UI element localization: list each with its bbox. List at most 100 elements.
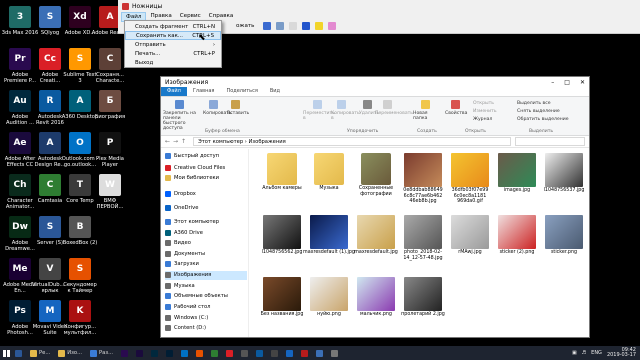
folder-item[interactable]: Альбом камеры <box>257 153 307 211</box>
nav-item[interactable]: Этот компьютер <box>165 217 247 226</box>
copy-to-button[interactable]: Копировать в <box>331 111 360 121</box>
nav-item[interactable]: Изображения <box>165 270 247 280</box>
taskbar-app-button[interactable]: Ре... <box>27 347 53 359</box>
image-file-item[interactable]: l1048756562.jpg <box>257 215 307 273</box>
taskbar-app-button[interactable] <box>208 347 221 359</box>
open-button[interactable]: Открыть <box>473 101 494 106</box>
image-file-item[interactable]: sticker (2).png <box>492 215 542 273</box>
nav-item[interactable]: Быстрый доступ <box>165 151 247 160</box>
language-indicator[interactable]: ENG <box>591 350 602 356</box>
image-file-item[interactable]: rMAwj.jpg <box>445 215 495 273</box>
minimize-icon[interactable]: – <box>551 79 554 86</box>
image-file-item[interactable]: мальчик.png <box>351 277 401 335</box>
tab-home[interactable]: Главная <box>187 87 221 96</box>
taskbar-app-button[interactable]: Раз... <box>87 347 116 359</box>
history-button[interactable]: Журнал <box>473 117 492 122</box>
taskbar-app-button[interactable] <box>328 347 341 359</box>
rename-button[interactable]: Переименовать <box>375 111 413 116</box>
nav-item[interactable]: OneDrive <box>165 203 247 212</box>
nav-item[interactable]: Рабочий стол <box>165 302 247 311</box>
desktop-icon[interactable]: K Конфигур... мультфил... <box>62 296 98 346</box>
eraser-icon[interactable] <box>328 22 337 30</box>
taskbar-app-button[interactable] <box>148 347 161 359</box>
search-input[interactable] <box>515 137 585 146</box>
invert-selection-button[interactable]: Обратить выделение <box>517 117 569 122</box>
save-icon[interactable] <box>263 22 272 30</box>
nav-item[interactable]: Content (D:) <box>165 324 247 333</box>
close-icon[interactable]: ✕ <box>580 79 585 86</box>
address-path[interactable]: Этот компьютер › Изображения <box>193 137 511 146</box>
taskbar-app-button[interactable] <box>268 347 281 359</box>
menu-item-print[interactable]: Печать... CTRL+P <box>125 49 221 58</box>
taskbar-app-button[interactable] <box>178 347 191 359</box>
taskbar-app-button[interactable] <box>283 347 296 359</box>
network-icon[interactable]: ▣ <box>572 350 577 356</box>
pen-icon[interactable] <box>302 22 311 30</box>
taskbar-app-button[interactable] <box>238 347 251 359</box>
edit-button[interactable]: Изменить <box>473 109 497 114</box>
select-all-button[interactable]: Выделить все <box>517 101 551 106</box>
app-icon: A <box>39 132 61 154</box>
nav-item[interactable]: Dropbox <box>165 189 247 198</box>
taskbar-app-button[interactable] <box>163 347 176 359</box>
nav-item[interactable]: Windows (C:) <box>165 313 247 322</box>
tab-share[interactable]: Поделиться <box>220 87 263 96</box>
taskbar-app-button[interactable] <box>223 347 236 359</box>
menu-item-send[interactable]: Отправить › <box>125 40 221 49</box>
nav-item[interactable]: Видео <box>165 239 247 248</box>
image-file-item[interactable]: нуйю.png <box>304 277 354 335</box>
image-file-item[interactable]: photo_2018-02-14_12-57-48.jpg <box>398 215 448 273</box>
select-none-button[interactable]: Снять выделение <box>517 109 560 114</box>
taskbar-app-button[interactable] <box>118 347 131 359</box>
nav-item[interactable]: Объемные объекты <box>165 292 247 301</box>
volume-icon[interactable]: ♬ <box>582 350 586 356</box>
image-file-item[interactable]: 36dfb03f07e99 6c0ec8a1181 969da0.gif <box>445 153 495 211</box>
tab-file[interactable]: Файл <box>161 87 187 96</box>
new-folder-button[interactable]: Новая папка <box>413 111 435 121</box>
menu-item-save-as[interactable]: Сохранить как... CTRL+S <box>125 31 221 40</box>
paste-button[interactable]: Вставить <box>227 111 249 116</box>
image-file-item[interactable]: maxresdefault (1).jpg <box>303 215 355 273</box>
tab-view[interactable]: Вид <box>264 87 286 96</box>
nav-item[interactable]: Документы <box>165 249 247 258</box>
desktop-icon[interactable]: W BMФ ПЕРВОЙ... <box>92 170 128 220</box>
image-thumbnail <box>263 277 301 311</box>
nav-item-label: Документы <box>174 250 206 257</box>
image-file-item[interactable]: Без названия.jpg <box>257 277 307 335</box>
move-to-button[interactable]: Переместить в <box>303 111 335 121</box>
menu-item-new-snip[interactable]: Создать фрагмент CTRL+N <box>125 22 221 31</box>
taskbar-app-button[interactable] <box>193 347 206 359</box>
taskbar-app-button[interactable] <box>313 347 326 359</box>
start-button[interactable] <box>0 346 12 360</box>
image-file-item[interactable]: images.jpg <box>492 153 542 211</box>
nav-item[interactable]: Мои библиотеки <box>165 174 247 183</box>
menu-item-exit[interactable]: Выход <box>125 58 221 67</box>
highlighter-icon[interactable] <box>315 22 324 30</box>
taskbar-app-button[interactable]: Изо... <box>55 347 85 359</box>
clock[interactable]: 09:42 2019-03-17 <box>607 347 636 359</box>
taskbar-app-button[interactable] <box>12 347 25 359</box>
copy-icon[interactable] <box>276 22 285 30</box>
image-file-item[interactable]: пролетарий 2.jpg <box>398 277 448 335</box>
nav-item[interactable]: A360 Drive <box>165 228 247 237</box>
app-icon: Ae <box>9 132 31 154</box>
image-file-item[interactable]: l1048756537.jpg <box>539 153 589 211</box>
taskbar-app-button[interactable] <box>253 347 266 359</box>
image-file-item[interactable]: maxresdefault.jpg <box>351 215 401 273</box>
folder-item[interactable]: Музыка <box>304 153 354 211</box>
maximize-icon[interactable]: □ <box>564 79 570 86</box>
image-file-item[interactable]: sticker.png <box>539 215 589 273</box>
address-segment-pc[interactable]: Этот компьютер <box>198 139 243 145</box>
pin-quick-access-button[interactable]: Закрепить на панели быстрого доступа <box>163 111 203 131</box>
nav-item[interactable]: Creative Cloud Files <box>165 163 247 172</box>
nav-item[interactable]: Музыка <box>165 281 247 290</box>
folder-item[interactable]: Сохраненные фотографии <box>351 153 401 211</box>
nav-item[interactable]: Загрузки <box>165 260 247 269</box>
nav-arrows-icon[interactable]: ←→↑ <box>165 138 189 145</box>
address-segment-pictures[interactable]: Изображения <box>249 139 286 145</box>
properties-button[interactable]: Свойства <box>445 111 467 116</box>
taskbar-app-button[interactable] <box>133 347 146 359</box>
send-icon[interactable] <box>289 22 298 30</box>
taskbar-app-button[interactable] <box>298 347 311 359</box>
image-file-item[interactable]: 0e8ddbab88649 6c8c77ae6b462 46eb8b.jpg <box>398 153 448 211</box>
